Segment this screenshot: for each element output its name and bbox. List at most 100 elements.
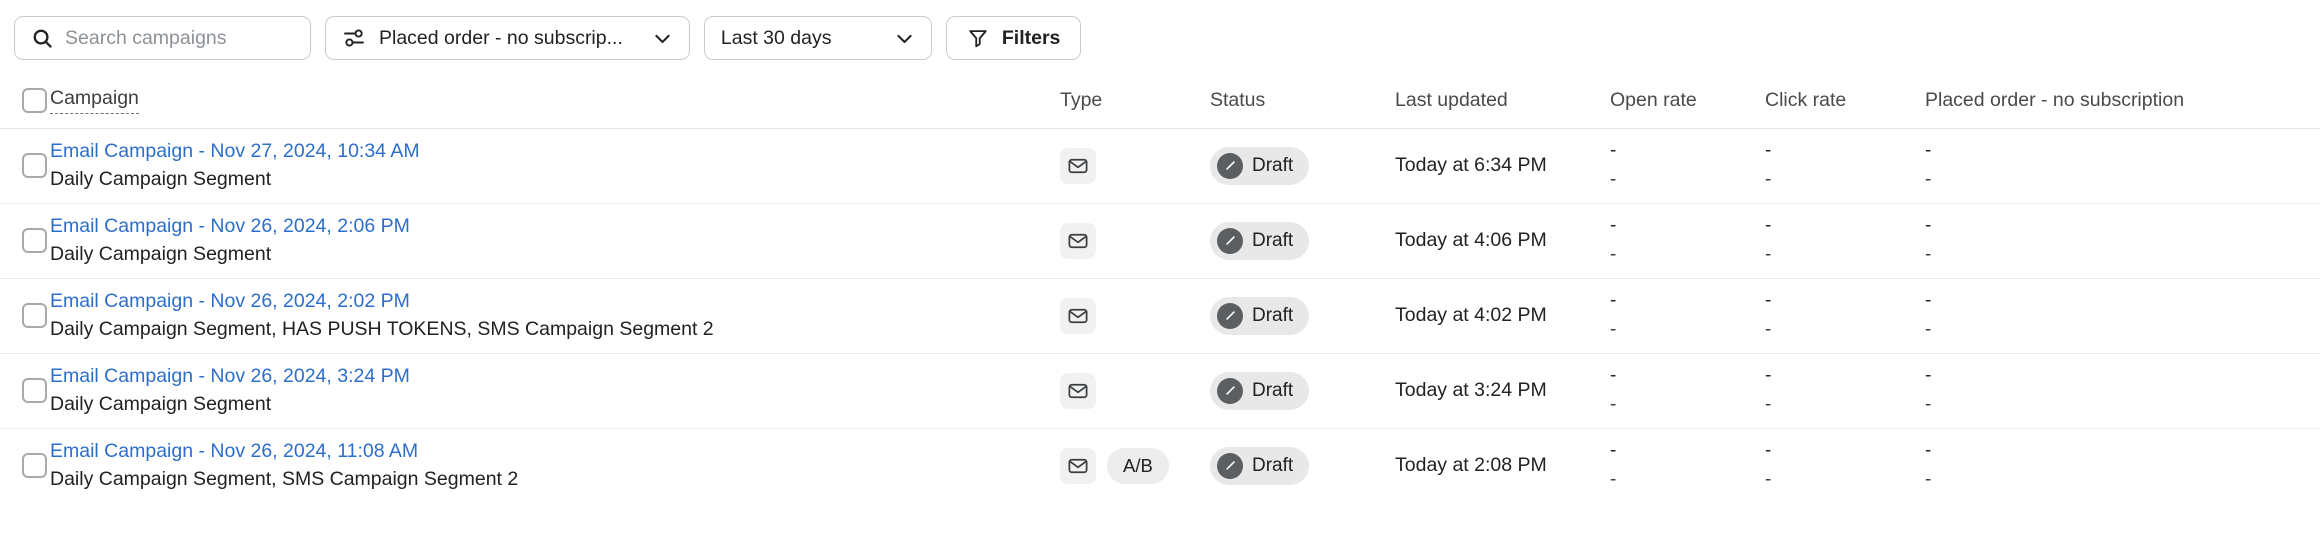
filters-label: Filters <box>1002 27 1061 50</box>
open-rate-secondary: - <box>1610 241 1741 270</box>
campaign-header-label: Campaign <box>50 87 139 114</box>
type-header: Type <box>1060 74 1210 128</box>
table-row[interactable]: Email Campaign - Nov 26, 2024, 2:02 PM D… <box>0 278 2320 353</box>
open-rate-cell: - - <box>1610 353 1765 428</box>
row-checkbox[interactable] <box>22 453 47 478</box>
campaigns-table: Campaign Type Status Last updated Open r… <box>0 74 2320 503</box>
placed-order-primary: - <box>1925 362 2306 391</box>
open-rate-secondary: - <box>1610 166 1741 195</box>
campaign-header[interactable]: Campaign <box>50 74 1060 128</box>
placed-order-cell: - - <box>1925 203 2320 278</box>
campaign-name-link[interactable]: Email Campaign - Nov 27, 2024, 10:34 AM <box>50 139 1060 164</box>
chevron-down-icon <box>878 28 915 49</box>
campaign-segments: Daily Campaign Segment <box>50 241 1060 267</box>
status-badge: Draft <box>1210 222 1309 260</box>
type-cell <box>1060 128 1210 203</box>
email-icon <box>1060 298 1096 334</box>
status-label: Draft <box>1252 230 1293 252</box>
email-icon <box>1060 373 1096 409</box>
select-all-header <box>0 74 50 128</box>
status-cell: Draft <box>1210 353 1395 428</box>
campaign-name-link[interactable]: Email Campaign - Nov 26, 2024, 2:06 PM <box>50 214 1060 239</box>
table-row[interactable]: Email Campaign - Nov 26, 2024, 3:24 PM D… <box>0 353 2320 428</box>
campaign-name-link[interactable]: Email Campaign - Nov 26, 2024, 11:08 AM <box>50 439 1060 464</box>
placed-order-primary: - <box>1925 212 2306 241</box>
open-rate-cell: - - <box>1610 278 1765 353</box>
last-updated-cell: Today at 6:34 PM <box>1395 128 1610 203</box>
click-rate-primary: - <box>1765 437 1901 466</box>
row-select-cell <box>0 128 50 203</box>
click-rate-header: Click rate <box>1765 74 1925 128</box>
last-updated-cell: Today at 4:02 PM <box>1395 278 1610 353</box>
campaign-cell: Email Campaign - Nov 26, 2024, 2:06 PM D… <box>50 203 1060 278</box>
select-all-checkbox[interactable] <box>22 88 47 113</box>
placed-order-primary: - <box>1925 137 2306 166</box>
type-cell <box>1060 353 1210 428</box>
click-rate-primary: - <box>1765 362 1901 391</box>
campaign-name-link[interactable]: Email Campaign - Nov 26, 2024, 3:24 PM <box>50 364 1060 389</box>
row-checkbox[interactable] <box>22 228 47 253</box>
status-badge: Draft <box>1210 297 1309 335</box>
open-rate-secondary: - <box>1610 466 1741 495</box>
placed-order-secondary: - <box>1925 316 2306 345</box>
date-range-label: Last 30 days <box>721 27 832 50</box>
click-rate-cell: - - <box>1765 278 1925 353</box>
filters-button[interactable]: Filters <box>946 16 1082 60</box>
pencil-icon <box>1217 378 1243 404</box>
chevron-down-icon <box>636 28 673 49</box>
last-updated-cell: Today at 4:06 PM <box>1395 203 1610 278</box>
ab-test-badge: A/B <box>1107 448 1169 484</box>
row-checkbox[interactable] <box>22 378 47 403</box>
type-cell <box>1060 278 1210 353</box>
placed-order-secondary: - <box>1925 241 2306 270</box>
email-icon <box>1060 448 1096 484</box>
metric-filter-dropdown[interactable]: Placed order - no subscrip... <box>325 16 690 60</box>
status-header: Status <box>1210 74 1395 128</box>
placed-order-header: Placed order - no subscription <box>1925 74 2320 128</box>
search-input[interactable]: Search campaigns <box>14 16 311 60</box>
open-rate-primary: - <box>1610 362 1741 391</box>
date-range-dropdown[interactable]: Last 30 days <box>704 16 932 60</box>
table-row[interactable]: Email Campaign - Nov 27, 2024, 10:34 AM … <box>0 128 2320 203</box>
placed-order-cell: - - <box>1925 128 2320 203</box>
campaign-name-link[interactable]: Email Campaign - Nov 26, 2024, 2:02 PM <box>50 289 1060 314</box>
row-select-cell <box>0 203 50 278</box>
row-checkbox[interactable] <box>22 303 47 328</box>
table-row[interactable]: Email Campaign - Nov 26, 2024, 2:06 PM D… <box>0 203 2320 278</box>
pencil-icon <box>1217 228 1243 254</box>
campaign-segments: Daily Campaign Segment <box>50 166 1060 192</box>
click-rate-primary: - <box>1765 137 1901 166</box>
status-cell: Draft <box>1210 203 1395 278</box>
status-badge: Draft <box>1210 447 1309 485</box>
header-row: Campaign Type Status Last updated Open r… <box>0 74 2320 128</box>
email-icon <box>1060 223 1096 259</box>
status-cell: Draft <box>1210 278 1395 353</box>
campaign-segments: Daily Campaign Segment, SMS Campaign Seg… <box>50 466 1060 492</box>
pencil-icon <box>1217 153 1243 179</box>
pencil-icon <box>1217 453 1243 479</box>
open-rate-primary: - <box>1610 137 1741 166</box>
campaign-segments: Daily Campaign Segment <box>50 391 1060 417</box>
search-placeholder: Search campaigns <box>65 27 227 50</box>
open-rate-header: Open rate <box>1610 74 1765 128</box>
open-rate-primary: - <box>1610 212 1741 241</box>
table-body: Email Campaign - Nov 27, 2024, 10:34 AM … <box>0 128 2320 503</box>
status-label: Draft <box>1252 155 1293 177</box>
row-checkbox[interactable] <box>22 153 47 178</box>
funnel-icon <box>967 27 989 49</box>
pencil-icon <box>1217 303 1243 329</box>
row-select-cell <box>0 278 50 353</box>
open-rate-secondary: - <box>1610 391 1741 420</box>
last-updated-cell: Today at 3:24 PM <box>1395 353 1610 428</box>
campaign-cell: Email Campaign - Nov 26, 2024, 2:02 PM D… <box>50 278 1060 353</box>
click-rate-cell: - - <box>1765 353 1925 428</box>
campaigns-page: Search campaigns Placed order - no subsc… <box>0 0 2320 560</box>
status-label: Draft <box>1252 455 1293 477</box>
status-label: Draft <box>1252 305 1293 327</box>
click-rate-secondary: - <box>1765 391 1901 420</box>
campaign-cell: Email Campaign - Nov 26, 2024, 11:08 AM … <box>50 428 1060 503</box>
click-rate-primary: - <box>1765 287 1901 316</box>
metric-filter-label: Placed order - no subscrip... <box>379 27 623 50</box>
open-rate-primary: - <box>1610 287 1741 316</box>
table-row[interactable]: Email Campaign - Nov 26, 2024, 11:08 AM … <box>0 428 2320 503</box>
